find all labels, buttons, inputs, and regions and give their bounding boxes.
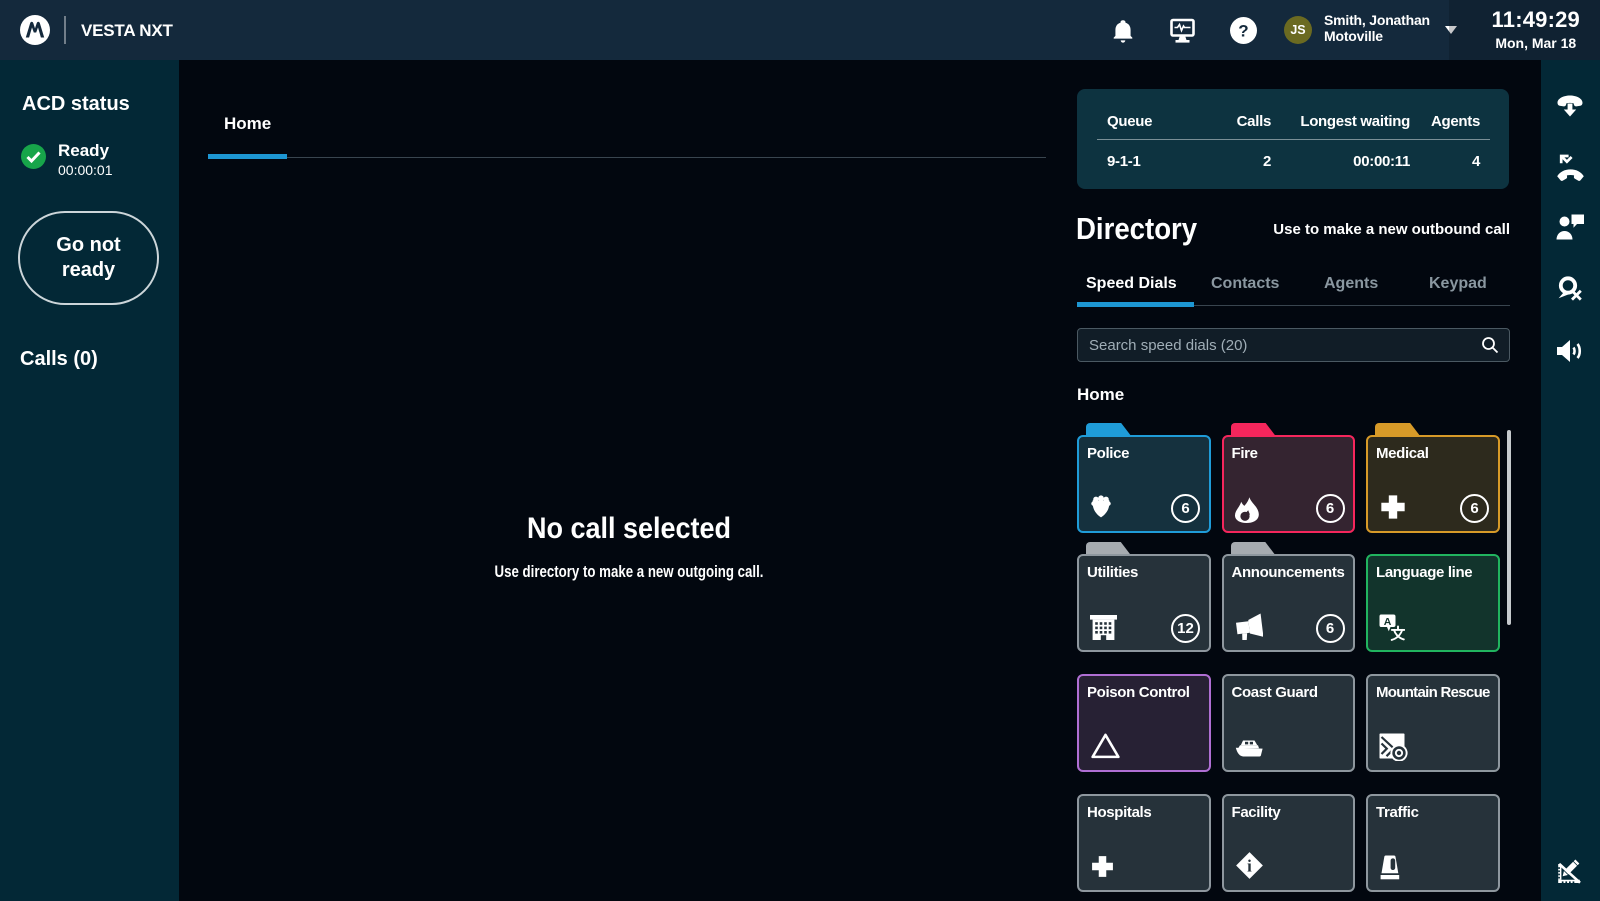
svg-text:?: ? [1238, 22, 1248, 41]
svg-text:i: i [1247, 857, 1252, 876]
svg-text:A: A [1384, 616, 1392, 628]
